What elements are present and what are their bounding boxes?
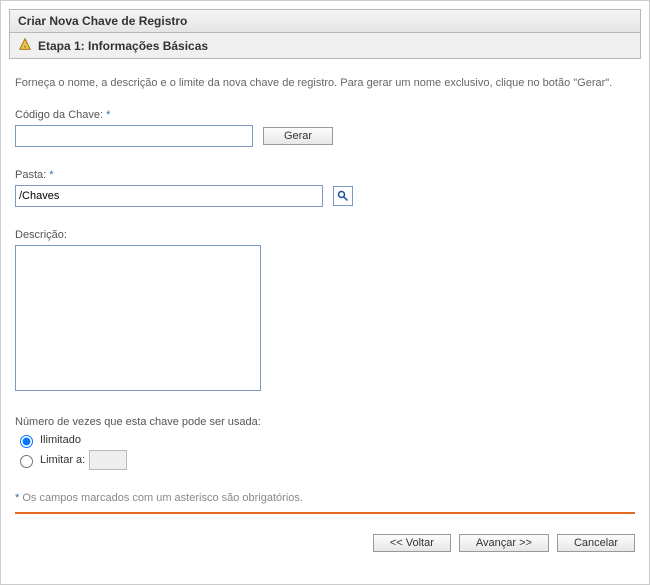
code-label: Código da Chave: * <box>15 109 635 121</box>
wizard-actions: << Voltar Avançar >> Cancelar <box>1 534 649 564</box>
cancel-button[interactable]: Cancelar <box>557 534 635 552</box>
limit-radio[interactable] <box>20 455 33 468</box>
panel-subtitle: Etapa 1: Informações Básicas <box>10 33 640 58</box>
instruction-text: Forneça o nome, a descrição e o limite d… <box>15 75 635 91</box>
panel-subtitle-text: Etapa 1: Informações Básicas <box>38 39 208 53</box>
panel-title: Criar Nova Chave de Registro <box>10 10 640 33</box>
generate-button[interactable]: Gerar <box>263 127 333 145</box>
limit-label: Limitar a: <box>40 454 85 466</box>
next-button[interactable]: Avançar >> <box>459 534 549 552</box>
form-content: Forneça o nome, a descrição e o limite d… <box>1 59 649 534</box>
usage-unlimited-row: Ilimitado <box>15 432 635 448</box>
search-icon <box>337 190 349 202</box>
required-mark: * <box>49 169 53 181</box>
usage-label: Número de vezes que esta chave pode ser … <box>15 416 635 428</box>
wizard-step-icon <box>18 37 32 54</box>
browse-folder-button[interactable] <box>333 186 353 206</box>
separator <box>15 512 635 514</box>
unlimited-radio[interactable] <box>20 435 33 448</box>
code-row: Gerar <box>15 125 635 147</box>
panel: Criar Nova Chave de Registro Etapa 1: In… <box>9 9 641 59</box>
required-mark: * <box>106 109 110 121</box>
usage-limit-row: Limitar a: <box>15 450 635 470</box>
description-textarea[interactable] <box>15 245 261 391</box>
unlimited-label: Ilimitado <box>40 434 81 446</box>
dialog-window: Criar Nova Chave de Registro Etapa 1: In… <box>0 0 650 585</box>
folder-label: Pasta: * <box>15 169 635 181</box>
required-footnote: * Os campos marcados com um asterisco sã… <box>15 492 635 504</box>
folder-input[interactable] <box>15 185 323 207</box>
description-label: Descrição: <box>15 229 635 241</box>
limit-input[interactable] <box>89 450 127 470</box>
code-input[interactable] <box>15 125 253 147</box>
back-button[interactable]: << Voltar <box>373 534 451 552</box>
folder-row <box>15 185 635 207</box>
